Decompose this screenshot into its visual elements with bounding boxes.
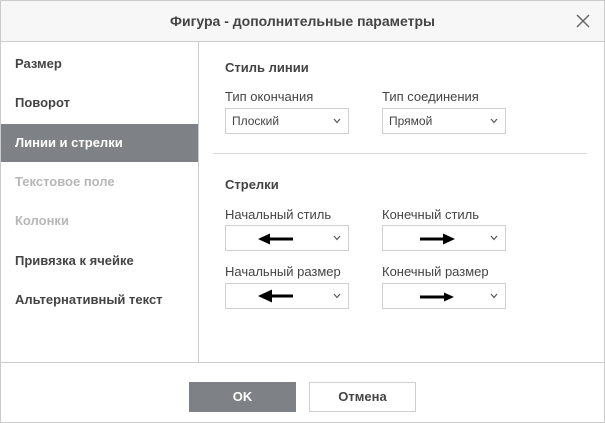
end-style-select[interactable] — [382, 225, 506, 251]
sidebar-item-text-box: Текстовое поле — [15, 174, 115, 189]
begin-style-label: Начальный стиль — [225, 207, 332, 222]
end-style-label: Конечный стиль — [382, 207, 480, 222]
arrows-heading: Стрелки — [225, 177, 279, 192]
cap-type-select[interactable]: Плоский — [225, 108, 349, 134]
chevron-down-icon — [333, 235, 341, 241]
arrow-left-icon — [258, 233, 293, 245]
close-icon — [576, 14, 590, 28]
chevron-down-icon — [490, 235, 498, 241]
begin-size-label: Начальный размер — [225, 264, 341, 279]
sidebar-item-size[interactable]: Размер — [1, 45, 198, 83]
dialog-footer: OK Отмена — [1, 362, 604, 422]
dialog-title: Фигура - дополнительные параметры — [170, 13, 435, 29]
dialog-titlebar: Фигура - дополнительные параметры — [1, 1, 604, 42]
chevron-down-icon — [490, 293, 498, 299]
arrow-right-icon — [420, 292, 454, 302]
line-style-heading: Стиль линии — [225, 60, 309, 75]
chevron-down-icon — [333, 293, 341, 299]
chevron-down-icon — [490, 118, 498, 124]
arrow-right-icon — [420, 233, 455, 245]
sidebar: Размер Поворот Линии и стрелки Текстовое… — [1, 42, 199, 362]
end-size-select[interactable] — [382, 283, 506, 309]
join-type-value: Прямой — [389, 114, 433, 128]
close-button[interactable] — [573, 11, 593, 31]
settings-panel: Стиль линии Тип окончания Плоский Тип со… — [200, 42, 604, 362]
cap-type-label: Тип окончания — [225, 89, 314, 104]
arrow-left-icon — [258, 289, 293, 303]
sidebar-item-lines-arrows[interactable]: Линии и стрелки — [1, 124, 198, 162]
join-type-select[interactable]: Прямой — [382, 108, 506, 134]
chevron-down-icon — [333, 118, 341, 124]
advanced-settings-dialog: Фигура - дополнительные параметры Размер… — [0, 0, 605, 423]
end-size-label: Конечный размер — [382, 264, 489, 279]
cancel-button[interactable]: Отмена — [309, 382, 416, 412]
section-divider — [213, 153, 587, 154]
sidebar-item-alt-text[interactable]: Альтернативный текст — [1, 281, 198, 319]
begin-style-select[interactable] — [225, 225, 349, 251]
join-type-label: Тип соединения — [382, 89, 479, 104]
sidebar-item-cell-snapping[interactable]: Привязка к ячейке — [1, 242, 198, 280]
begin-size-select[interactable] — [225, 283, 349, 309]
cap-type-value: Плоский — [232, 114, 280, 128]
sidebar-item-columns: Колонки — [15, 213, 69, 228]
ok-button[interactable]: OK — [189, 382, 296, 412]
sidebar-item-rotation[interactable]: Поворот — [1, 84, 198, 122]
